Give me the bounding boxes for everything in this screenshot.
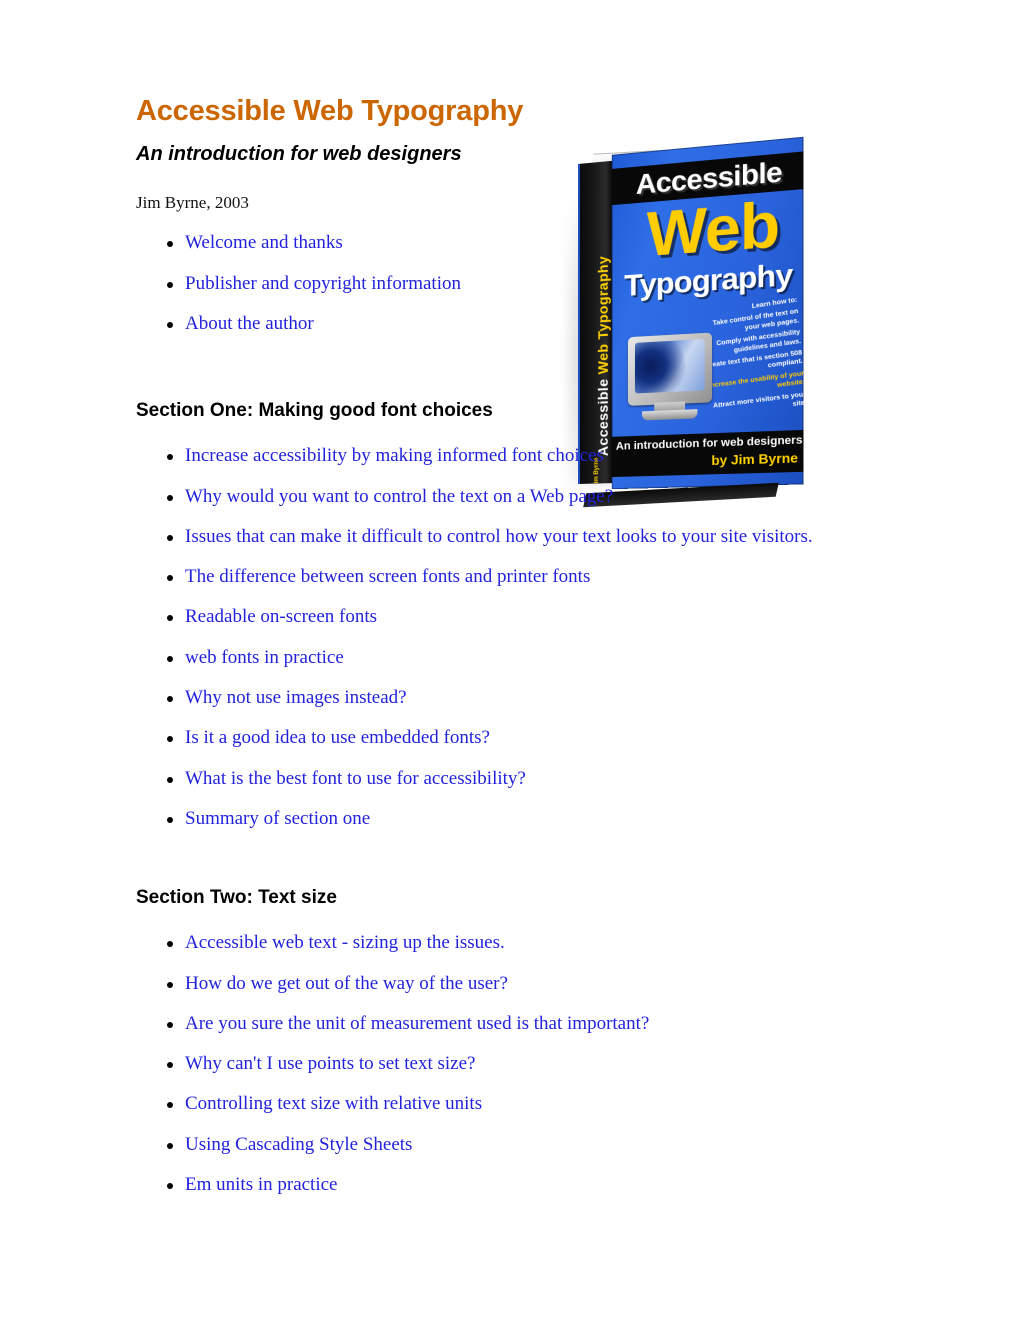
section-two: Section Two: Text size Accessible web te…	[136, 887, 896, 1197]
link-web-fonts-in-practice[interactable]: web fonts in practice	[185, 647, 344, 668]
link-publisher-and-copyright[interactable]: Publisher and copyright information	[185, 273, 461, 294]
link-best-font-accessibility[interactable]: What is the best font to use for accessi…	[185, 768, 526, 789]
list-item[interactable]: Controlling text size with relative unit…	[136, 1092, 885, 1116]
list-item[interactable]: Issues that can make it difficult to con…	[136, 525, 865, 549]
list-item[interactable]: Readable on-screen fonts	[136, 605, 865, 629]
link-why-not-images[interactable]: Why not use images instead?	[185, 687, 407, 708]
link-readable-onscreen-fonts[interactable]: Readable on-screen fonts	[185, 606, 377, 627]
link-cascading-style-sheets[interactable]: Using Cascading Style Sheets	[185, 1134, 412, 1155]
page-subtitle: An introduction for web designers	[136, 143, 462, 166]
link-points-text-size[interactable]: Why can't I use points to set text size?	[185, 1053, 475, 1074]
link-em-units-in-practice[interactable]: Em units in practice	[185, 1174, 337, 1195]
list-item[interactable]: Summary of section one	[136, 807, 865, 831]
list-item[interactable]: Publisher and copyright information	[136, 272, 896, 296]
link-out-of-the-way-of-user[interactable]: How do we get out of the way of the user…	[185, 973, 508, 994]
front-matter-link-list: Welcome and thanks Publisher and copyrig…	[136, 231, 896, 336]
page-title: Accessible Web Typography	[136, 95, 524, 127]
list-item[interactable]: Are you sure the unit of measurement use…	[136, 1012, 885, 1036]
link-relative-units[interactable]: Controlling text size with relative unit…	[185, 1093, 482, 1114]
list-item[interactable]: About the author	[136, 312, 896, 336]
link-summary-section-one[interactable]: Summary of section one	[185, 808, 370, 829]
link-screen-vs-printer-fonts[interactable]: The difference between screen fonts and …	[185, 566, 590, 587]
list-item[interactable]: web fonts in practice	[136, 646, 865, 670]
list-item[interactable]: The difference between screen fonts and …	[136, 565, 865, 589]
link-issues-controlling-text[interactable]: Issues that can make it difficult to con…	[185, 526, 813, 547]
link-welcome-and-thanks[interactable]: Welcome and thanks	[185, 232, 343, 253]
list-item[interactable]: How do we get out of the way of the user…	[136, 972, 885, 996]
link-increase-accessibility[interactable]: Increase accessibility by making informe…	[185, 445, 604, 466]
list-item[interactable]: Why would you want to control the text o…	[136, 485, 865, 509]
list-item[interactable]: Why not use images instead?	[136, 686, 865, 710]
list-item[interactable]: Accessible web text - sizing up the issu…	[136, 931, 885, 955]
link-sizing-up-the-issues[interactable]: Accessible web text - sizing up the issu…	[185, 932, 505, 953]
list-item[interactable]: Is it a good idea to use embedded fonts?	[136, 726, 865, 750]
section-two-heading: Section Two: Text size	[136, 887, 337, 909]
document-content: Accessible Web Typography An introductio…	[136, 96, 896, 1213]
link-embedded-fonts[interactable]: Is it a good idea to use embedded fonts?	[185, 727, 490, 748]
list-item[interactable]: Why can't I use points to set text size?	[136, 1052, 885, 1076]
list-item[interactable]: Increase accessibility by making informe…	[136, 444, 865, 468]
list-item[interactable]: Using Cascading Style Sheets	[136, 1133, 885, 1157]
link-about-the-author[interactable]: About the author	[185, 313, 314, 334]
section-one-heading: Section One: Making good font choices	[136, 400, 493, 422]
section-one-link-list: Increase accessibility by making informe…	[136, 444, 896, 831]
section-two-link-list: Accessible web text - sizing up the issu…	[136, 931, 896, 1197]
list-item[interactable]: What is the best font to use for accessi…	[136, 767, 865, 791]
section-one: Section One: Making good font choices In…	[136, 400, 896, 831]
link-unit-of-measurement[interactable]: Are you sure the unit of measurement use…	[185, 1013, 649, 1034]
list-item[interactable]: Welcome and thanks	[136, 231, 896, 255]
author-byline: Jim Byrne, 2003	[136, 193, 249, 213]
list-item[interactable]: Em units in practice	[136, 1173, 885, 1197]
document-page: Accessible Web Typography by Jim Byrne A…	[0, 0, 1020, 1320]
link-why-control-text[interactable]: Why would you want to control the text o…	[185, 486, 613, 507]
